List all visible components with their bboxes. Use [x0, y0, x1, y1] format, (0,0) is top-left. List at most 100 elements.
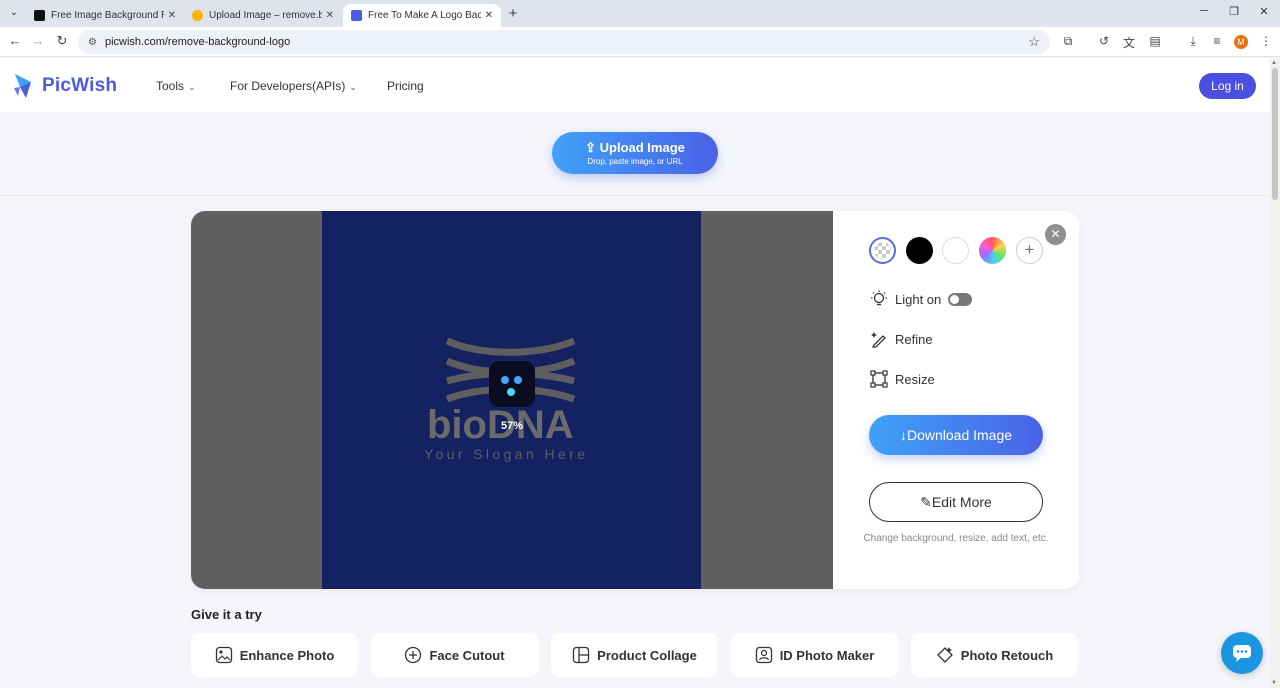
- new-tab-icon[interactable]: +: [505, 5, 521, 22]
- progress-indicator: 57%: [501, 420, 524, 432]
- profile-avatar[interactable]: M: [1234, 35, 1248, 49]
- download-label: Download Image: [906, 427, 1013, 443]
- try-card-label: Product Collage: [597, 647, 697, 663]
- download-arrow-icon: ↓: [899, 427, 907, 443]
- upload-image-button[interactable]: ⇪ Upload Image Drop, paste image, or URL: [552, 132, 718, 174]
- tab-close-icon[interactable]: ✕: [168, 10, 176, 21]
- scroll-down-icon[interactable]: ▼: [1271, 680, 1277, 686]
- window-close-icon[interactable]: ✕: [1254, 5, 1274, 18]
- try-card-photo-retouch[interactable]: Photo Retouch: [911, 633, 1078, 677]
- site-header: PicWish Tools ⌄ For Developers(APIs) ⌄ Pri…: [0, 58, 1270, 112]
- login-button[interactable]: Log in: [1199, 73, 1256, 99]
- brand-name: PicWish: [42, 75, 118, 96]
- chat-support-button[interactable]: [1221, 632, 1263, 674]
- try-card-product-collage[interactable]: Product Collage: [551, 633, 718, 677]
- scroll-up-icon[interactable]: ▲: [1271, 60, 1277, 66]
- edit-pen-icon: ✎: [920, 494, 932, 510]
- tab-favicon-icon: [351, 10, 362, 21]
- upload-section: ⇪ Upload Image Drop, paste image, or URL: [0, 112, 1270, 196]
- nav-pricing-label: Pricing: [387, 79, 424, 93]
- tab-favicon-icon: [34, 10, 45, 21]
- upload-button-label: ⇪ Upload Image: [552, 140, 718, 156]
- nav-tools[interactable]: Tools ⌄: [156, 79, 196, 93]
- retouch-icon: [936, 647, 953, 663]
- edit-more-button[interactable]: ✎Edit More: [869, 482, 1043, 522]
- editor-card: bioDNA Your Slogan Here 57% ✕ + Light on…: [191, 211, 1079, 589]
- tab-close-icon[interactable]: ✕: [326, 10, 334, 21]
- id-photo-icon: [755, 646, 772, 664]
- add-background-icon[interactable]: +: [1016, 237, 1043, 264]
- chevron-down-icon: ⌄: [349, 82, 357, 92]
- back-icon[interactable]: ←: [7, 33, 23, 48]
- picwish-logo[interactable]: PicWish: [12, 72, 117, 100]
- nav-developers-label: For Developers(APIs): [230, 79, 346, 93]
- page-content: PicWish Tools ⌄ For Developers(APIs) ⌄ Pri…: [0, 58, 1270, 688]
- nav-pricing[interactable]: Pricing: [387, 79, 424, 93]
- edit-more-hint: Change background, resize, add text, etc…: [863, 533, 1049, 544]
- light-label: Light on: [895, 291, 942, 307]
- light-toggle[interactable]: [948, 292, 973, 306]
- address-toolbar: ← → ↻ ⚙ picwish.com/remove-background-lo…: [0, 27, 1280, 57]
- picwish-logo-icon: [14, 74, 31, 98]
- bg-transparent-swatch[interactable]: [869, 237, 896, 264]
- collage-icon: [573, 646, 590, 664]
- refine-option[interactable]: Refine: [870, 330, 933, 348]
- try-card-label: Enhance Photo: [239, 647, 335, 663]
- bg-white-swatch[interactable]: [942, 237, 969, 264]
- try-card-label: ID Photo Maker: [779, 647, 875, 663]
- scrollbar-thumb[interactable]: [1272, 68, 1278, 200]
- try-card-id-photo-maker[interactable]: ID Photo Maker: [731, 633, 898, 677]
- logo-preview-image: bioDNA Your Slogan Here 57%: [322, 211, 701, 589]
- translate-icon[interactable]: 文: [1121, 34, 1137, 51]
- chevron-down-icon: ⌄: [188, 82, 196, 92]
- try-card-label: Face Cutout: [429, 647, 505, 663]
- tab-title: Upload Image – remove.bg: [209, 10, 322, 21]
- download-icon[interactable]: ⤓: [1185, 34, 1201, 49]
- bookmark-star-icon[interactable]: ☆: [1028, 34, 1040, 50]
- resize-label: Resize: [895, 371, 935, 387]
- preview-canvas: bioDNA Your Slogan Here 57%: [191, 211, 833, 589]
- bg-black-swatch[interactable]: [906, 237, 933, 264]
- browser-tab[interactable]: Free Image Background Remo ✕: [26, 4, 184, 27]
- download-image-button[interactable]: ↓Download Image: [869, 415, 1043, 455]
- tab-title: Free Image Background Remo: [51, 10, 164, 21]
- dna-logo-graphic: [445, 337, 576, 407]
- resize-option[interactable]: Resize: [870, 370, 935, 388]
- url-bar[interactable]: ⚙ picwish.com/remove-background-logo ☆: [78, 30, 1050, 54]
- try-section-title: Give it a try: [191, 607, 262, 622]
- browser-tab[interactable]: Upload Image – remove.bg ✕: [184, 4, 342, 27]
- toggle-knob: [950, 294, 960, 304]
- browser-tab-active[interactable]: Free To Make A Logo Backgro ✕: [343, 4, 501, 27]
- upload-label-text: Upload Image: [599, 140, 685, 155]
- try-card-enhance-photo[interactable]: Enhance Photo: [191, 633, 358, 677]
- enhance-photo-icon: [215, 646, 232, 664]
- magic-pen-icon: [871, 332, 886, 348]
- forward-icon[interactable]: →: [30, 33, 46, 48]
- browser-tab-bar: ⌄ Free Image Background Remo ✕ Upload Im…: [0, 0, 1280, 27]
- upload-hint: Drop, paste image, or URL: [587, 157, 683, 166]
- reload-icon[interactable]: ↻: [54, 33, 70, 49]
- try-card-face-cutout[interactable]: Face Cutout: [371, 633, 538, 677]
- upload-icon: ⇪: [585, 140, 597, 155]
- restore-icon[interactable]: ❐: [1224, 5, 1244, 18]
- minimize-icon[interactable]: ─: [1194, 5, 1214, 17]
- try-card-label: Photo Retouch: [960, 647, 1054, 663]
- tab-search-icon[interactable]: ⌄: [6, 5, 22, 21]
- page-scrollbar[interactable]: ▲ ▼: [1270, 58, 1280, 688]
- close-icon[interactable]: ✕: [1045, 224, 1066, 245]
- tab-close-icon[interactable]: ✕: [485, 10, 493, 21]
- extensions-icon[interactable]: ⧉: [1060, 34, 1076, 49]
- media-control-icon[interactable]: ≡: [1209, 34, 1225, 48]
- site-info-icon[interactable]: ⚙: [88, 37, 97, 48]
- options-panel: ✕ + Light on Refine Resize ↓Download Ima…: [833, 211, 1079, 589]
- nav-developers[interactable]: For Developers(APIs) ⌄: [230, 79, 357, 93]
- reading-list-icon[interactable]: ▤: [1147, 34, 1163, 48]
- logo-slogan-text: Your Slogan Here: [424, 446, 589, 462]
- bg-color-picker-swatch[interactable]: [979, 237, 1006, 264]
- tab-title: Free To Make A Logo Backgro: [368, 10, 481, 21]
- browser-menu-icon[interactable]: ⋮: [1258, 34, 1274, 48]
- edit-more-label: Edit More: [931, 494, 992, 510]
- lightbulb-icon: [871, 290, 887, 306]
- light-option: Light on: [870, 290, 973, 308]
- history-icon[interactable]: ↺: [1096, 34, 1112, 48]
